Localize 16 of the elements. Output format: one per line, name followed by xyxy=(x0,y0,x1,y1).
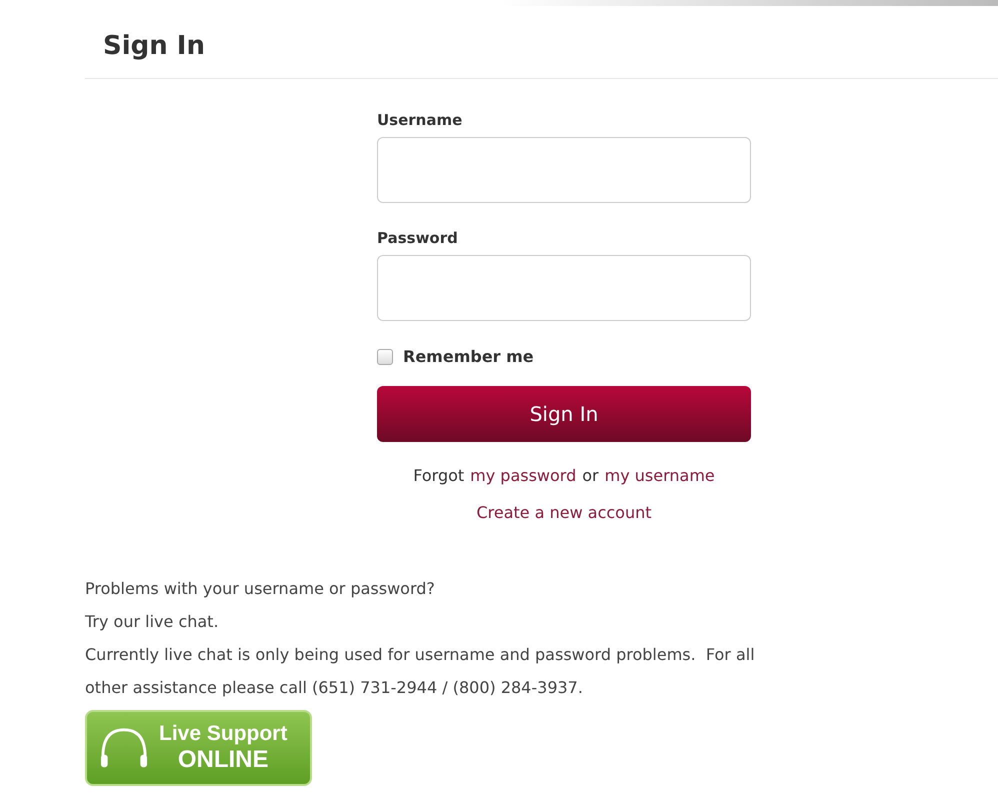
username-field[interactable] xyxy=(377,137,751,203)
create-account-link[interactable]: Create a new account xyxy=(476,503,652,522)
forgot-text: Forgot xyxy=(413,466,464,485)
help-text: Currently live chat is only being used for username and password problems. For all other assistance please call (651) 731-2944 / (800) 284-3937. xyxy=(85,644,756,699)
remember-label: Remember me xyxy=(403,347,534,366)
password-link[interactable]: my password xyxy=(470,466,576,485)
sign-in-button[interactable]: Sign In xyxy=(377,386,751,442)
username-label: Username xyxy=(377,111,464,129)
or-text: or xyxy=(582,466,599,485)
help-text: Problems with your username or password? xyxy=(85,578,436,600)
remember-checkbox[interactable] xyxy=(377,348,393,364)
username-link[interactable]: my username xyxy=(604,466,715,485)
page-title: Sign In xyxy=(103,30,206,63)
help-text: Try our live chat. xyxy=(85,611,220,633)
password-label: Password xyxy=(377,229,459,247)
password-field[interactable] xyxy=(377,255,751,321)
